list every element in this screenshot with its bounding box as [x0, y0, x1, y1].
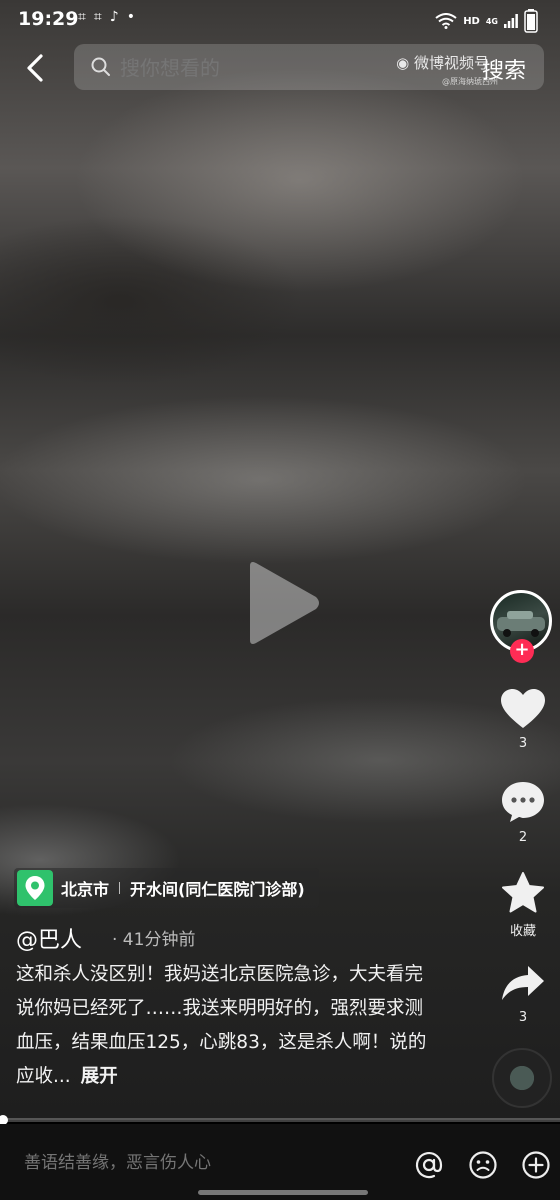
like-button[interactable]: 3: [494, 688, 552, 751]
search-icon: [91, 57, 110, 76]
play-icon[interactable]: [240, 558, 324, 648]
comment-count: 2: [518, 830, 528, 845]
scan-icon: ⌗: [78, 9, 86, 25]
comment-bubble-icon: [502, 782, 544, 822]
scan-icon: ⌗: [93, 9, 102, 25]
network-type: HD: [463, 15, 480, 27]
home-indicator[interactable]: [198, 1190, 368, 1195]
emoji-icon[interactable]: [468, 1150, 498, 1180]
favorite-label: 收藏: [509, 924, 536, 939]
mention-at-icon[interactable]: [414, 1150, 444, 1180]
search-button[interactable]: 搜索: [482, 53, 526, 85]
comment-input[interactable]: [22, 1152, 346, 1174]
location-place: 开水间(同仁医院门诊部): [130, 880, 305, 899]
video-progress-bar[interactable]: [0, 1115, 560, 1125]
star-icon: [502, 872, 544, 913]
battery-icon: [524, 9, 538, 33]
signal-label: 4G: [485, 16, 498, 26]
share-button[interactable]: 3: [494, 964, 552, 1025]
weibo-logo-icon: ◉: [396, 54, 414, 72]
comment-bar: [0, 1124, 560, 1200]
caption-text: 这和杀人没区别！我妈送北京医院急诊，大夫看完说你妈已经死了……我送来明明好的，强…: [16, 964, 427, 1087]
comment-button[interactable]: 2: [494, 780, 552, 845]
heart-icon: [501, 689, 545, 728]
weibo-watermark: ◉ 微博视频号: [396, 54, 489, 72]
post-caption[interactable]: 这和杀人没区别！我妈送北京医院急诊，大夫看完说你妈已经死了……我送来明明好的，强…: [16, 958, 436, 1094]
like-count: 3: [518, 736, 528, 751]
author-name[interactable]: @巴人: [16, 922, 82, 954]
back-arrow-icon[interactable]: [18, 50, 54, 86]
location-separator: [119, 882, 121, 894]
favorite-button[interactable]: 收藏: [494, 872, 552, 939]
wifi-icon: [435, 13, 457, 29]
status-notification-icons: ⌗ ⌗ ♪ •: [78, 9, 135, 25]
top-bar: ◉ 微博视频号 @原海纳琥西州 搜索: [0, 42, 560, 94]
music-disc[interactable]: [492, 1048, 552, 1108]
post-time: · 41分钟前: [112, 930, 196, 950]
location-tag[interactable]: 北京市 开水间(同仁医院门诊部): [14, 868, 319, 908]
add-plus-icon[interactable]: [521, 1150, 551, 1180]
signal-icon: [504, 14, 518, 28]
share-arrow-icon: [502, 966, 544, 1000]
status-time: 19:29: [18, 8, 79, 30]
expand-button[interactable]: 展开: [81, 1066, 118, 1087]
follow-plus-button[interactable]: +: [510, 639, 534, 663]
status-system-icons: HD 4G: [435, 9, 538, 33]
location-pin-icon: [17, 870, 53, 906]
location-city: 北京市: [61, 880, 110, 899]
search-input[interactable]: [118, 55, 382, 81]
dot-icon: •: [126, 9, 135, 25]
share-count: 3: [518, 1010, 528, 1025]
status-bar: 19:29 ⌗ ⌗ ♪ • HD 4G: [0, 0, 560, 40]
search-bar[interactable]: ◉ 微博视频号 @原海纳琥西州 搜索: [74, 44, 544, 90]
tiktok-icon: ♪: [109, 9, 119, 25]
